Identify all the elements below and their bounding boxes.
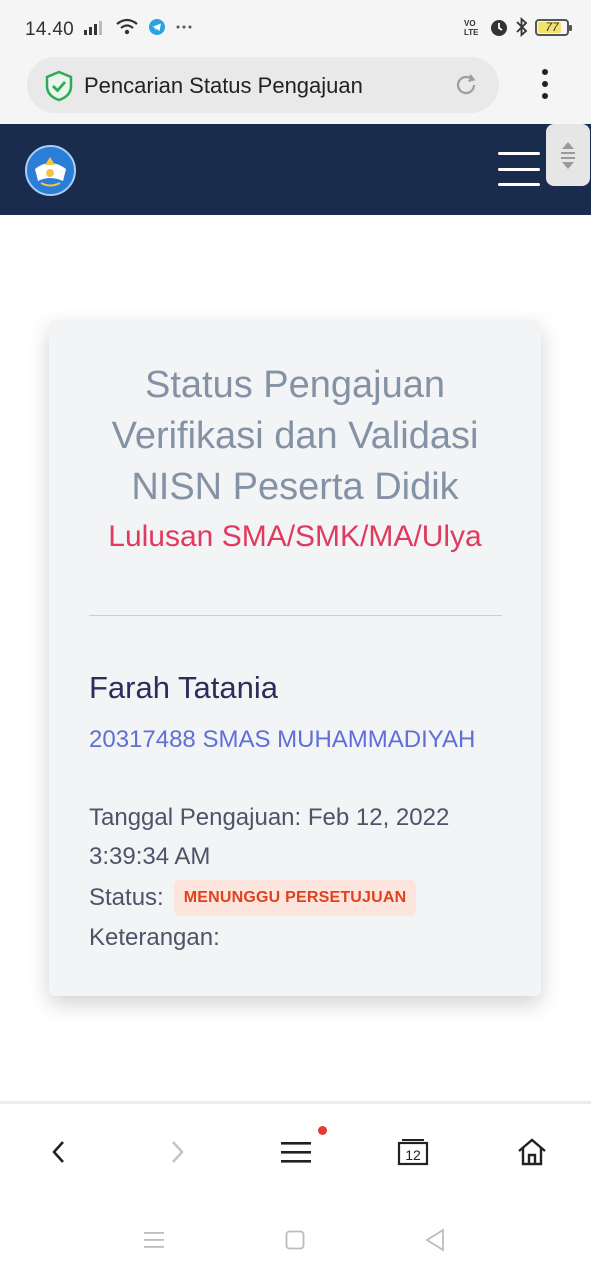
tabs-button[interactable]: 12 [393,1132,433,1172]
status-card: Status Pengajuan Verifikasi dan Validasi… [49,320,541,996]
tabs-icon: 12 [397,1139,429,1166]
browser-menu-button[interactable] [538,69,552,99]
bluetooth-icon [516,17,528,37]
page-title: Pencarian Status Pengajuan [84,73,363,98]
home-system-icon[interactable] [285,1230,305,1250]
reload-icon[interactable] [453,72,479,98]
site-menu-button[interactable] [498,152,540,186]
status-left-icons [84,18,192,36]
tabs-count: 12 [405,1147,421,1163]
battery-level: 77 [545,20,559,34]
tut-wuri-handayani-logo[interactable] [25,145,76,196]
forward-arrow-icon [172,1141,184,1163]
svg-text:LTE: LTE [464,28,479,37]
back-system-icon[interactable] [424,1228,446,1252]
address-bar[interactable]: Pencarian Status Pengajuan [27,57,499,113]
menu-button[interactable] [276,1132,316,1172]
signal-icon [84,21,102,35]
forward-button[interactable] [157,1132,197,1172]
keterangan-label: Keterangan: [89,924,220,951]
status-badge: MENUNGGU PERSETUJUAN [173,880,417,916]
browser-bottom-nav: 12 [0,1101,591,1195]
status-time: 14.40 [25,19,75,40]
status-bar: 14.40 VO LTE 77 [0,0,591,56]
card-title: Status Pengajuan Verifikasi dan Validasi… [111,364,479,508]
shield-check-icon [45,70,73,102]
more-notifications-icon [176,25,192,29]
alarm-icon [491,20,507,36]
submission-date: Tanggal Pengajuan: Feb 12, 2022 3:39:34 … [89,804,450,870]
dot-icon [542,81,548,87]
dot-icon [542,69,548,75]
system-nav-bar [0,1195,591,1280]
school-info: 20317488 SMAS MUHAMMADIYAH [89,726,476,753]
site-header [0,124,591,215]
scroll-handle[interactable] [546,124,590,186]
svg-text:VO: VO [464,19,476,28]
status-right-icons: VO LTE 77 [463,17,572,37]
notification-dot [318,1126,327,1135]
battery-icon: 77 [535,18,572,36]
logo-emblem-icon [35,157,66,187]
divider [89,615,502,616]
browser-toolbar: Pencarian Status Pengajuan [0,56,591,124]
telegram-icon [149,19,165,35]
dot-icon [542,93,548,99]
volte-icon: VO LTE [464,19,479,37]
menu-icon [281,1142,311,1163]
back-arrow-icon [52,1141,64,1163]
student-name: Farah Tatania [89,670,278,705]
wifi-icon [116,18,138,35]
home-icon [518,1138,546,1166]
status-row: Status: MENUNGGU PERSETUJUAN [89,880,417,916]
card-subtitle: Lulusan SMA/SMK/MA/Ulya [108,520,482,553]
back-button[interactable] [39,1132,79,1172]
home-button[interactable] [512,1132,552,1172]
status-label: Status: [89,884,164,911]
recent-apps-icon[interactable] [143,1230,165,1250]
